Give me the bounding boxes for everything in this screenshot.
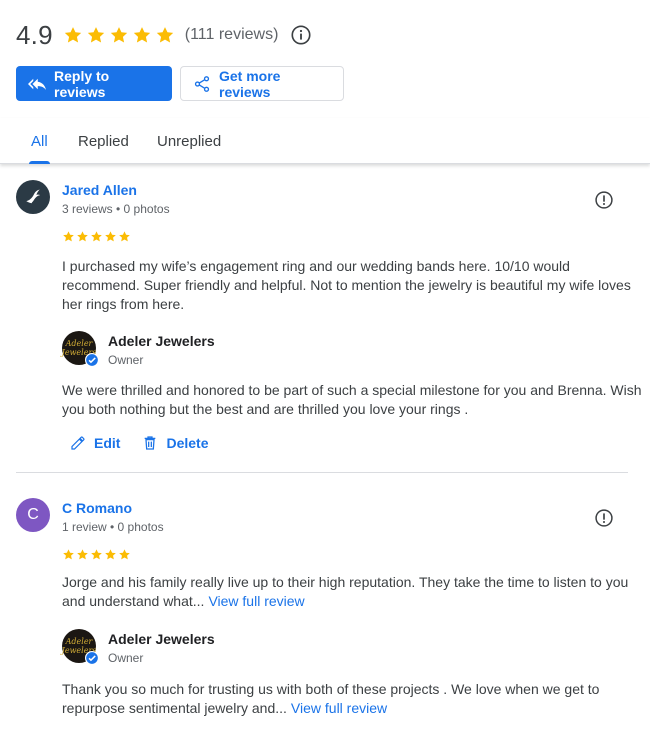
star-icon	[76, 230, 89, 243]
verified-icon	[85, 353, 99, 367]
info-icon[interactable]	[290, 24, 312, 46]
delete-reply-button[interactable]: Delete	[142, 435, 208, 451]
owner-avatar: Adeler Jewelers	[62, 629, 99, 665]
edit-label: Edit	[94, 435, 121, 451]
avatar[interactable]: C	[16, 498, 50, 532]
reply-actions: Edit Delete	[70, 435, 208, 451]
star-icon	[155, 25, 175, 45]
tab-replied-label: Replied	[78, 132, 129, 150]
star-icon	[109, 25, 129, 45]
review-text: Jorge and his family really live up to t…	[62, 573, 642, 611]
reviewer-meta: 1 review • 0 photos	[62, 520, 164, 534]
review-text-snippet: Jorge and his family really live up to t…	[62, 574, 629, 609]
review-text: I purchased my wife’s engagement ring an…	[62, 258, 631, 312]
review-item: Jared Allen 3 reviews • 0 photos I purch…	[16, 180, 642, 465]
trash-icon	[145, 436, 156, 450]
get-more-reviews-label: Get more reviews	[219, 67, 281, 100]
owner-name: Adeler Jewelers	[108, 333, 215, 349]
star-icon	[104, 548, 117, 561]
owner-reply-text: Thank you so much for trusting us with b…	[62, 680, 642, 718]
review-divider	[16, 472, 628, 473]
view-full-review-link[interactable]: View full review	[208, 593, 304, 609]
rating-summary: 4.9 (111 reviews)	[16, 18, 312, 52]
review-stars	[62, 230, 131, 243]
verified-icon	[85, 651, 99, 665]
review-actions: Reply to reviews Get more reviews	[16, 66, 344, 101]
report-icon[interactable]	[594, 190, 614, 210]
avatar[interactable]	[16, 180, 50, 214]
star-icon	[118, 230, 131, 243]
share-icon	[194, 75, 210, 92]
active-tab-indicator	[29, 161, 50, 164]
reply-to-reviews-label: Reply to reviews	[54, 67, 110, 100]
star-icon	[63, 25, 83, 45]
reviewer-name[interactable]: Jared Allen	[62, 182, 137, 198]
edit-reply-button[interactable]: Edit	[70, 435, 120, 451]
review-item: C C Romano 1 review • 0 photos Jorge and…	[16, 498, 628, 728]
tab-unreplied-label: Unreplied	[157, 132, 222, 150]
star-icon	[90, 230, 103, 243]
view-full-reply-link[interactable]: View full review	[291, 700, 387, 716]
tab-all[interactable]: All	[29, 118, 50, 164]
owner-role: Owner	[108, 353, 144, 367]
report-icon[interactable]	[594, 508, 614, 528]
owner-role: Owner	[108, 651, 144, 665]
reply-all-icon	[28, 78, 46, 90]
review-count: (111 reviews)	[184, 26, 279, 43]
rating-stars	[63, 25, 175, 45]
reply-to-reviews-button[interactable]: Reply to reviews	[16, 66, 172, 101]
star-icon	[118, 548, 131, 561]
tab-unreplied[interactable]: Unreplied	[157, 118, 221, 164]
tab-all-label: All	[31, 132, 48, 150]
delete-label: Delete	[166, 435, 209, 451]
star-icon	[76, 548, 89, 561]
star-icon	[132, 25, 152, 45]
star-icon	[62, 230, 75, 243]
review-stars	[62, 548, 131, 561]
pencil-icon	[71, 436, 85, 450]
bird-icon	[26, 189, 41, 204]
reviewer-name[interactable]: C Romano	[62, 500, 132, 516]
star-icon	[86, 25, 106, 45]
owner-reply-text: We were thrilled and honored to be part …	[62, 382, 642, 417]
rating-value: 4.9	[16, 19, 53, 50]
owner-avatar: Adeler Jewelers	[62, 331, 99, 367]
owner-name: Adeler Jewelers	[108, 631, 215, 647]
get-more-reviews-button[interactable]: Get more reviews	[180, 66, 344, 101]
star-icon	[62, 548, 75, 561]
star-icon	[104, 230, 117, 243]
review-filter-tabs: All Replied Unreplied	[0, 118, 650, 164]
star-icon	[90, 548, 103, 561]
tab-replied[interactable]: Replied	[78, 118, 129, 164]
reviewer-meta: 3 reviews • 0 photos	[62, 202, 170, 216]
